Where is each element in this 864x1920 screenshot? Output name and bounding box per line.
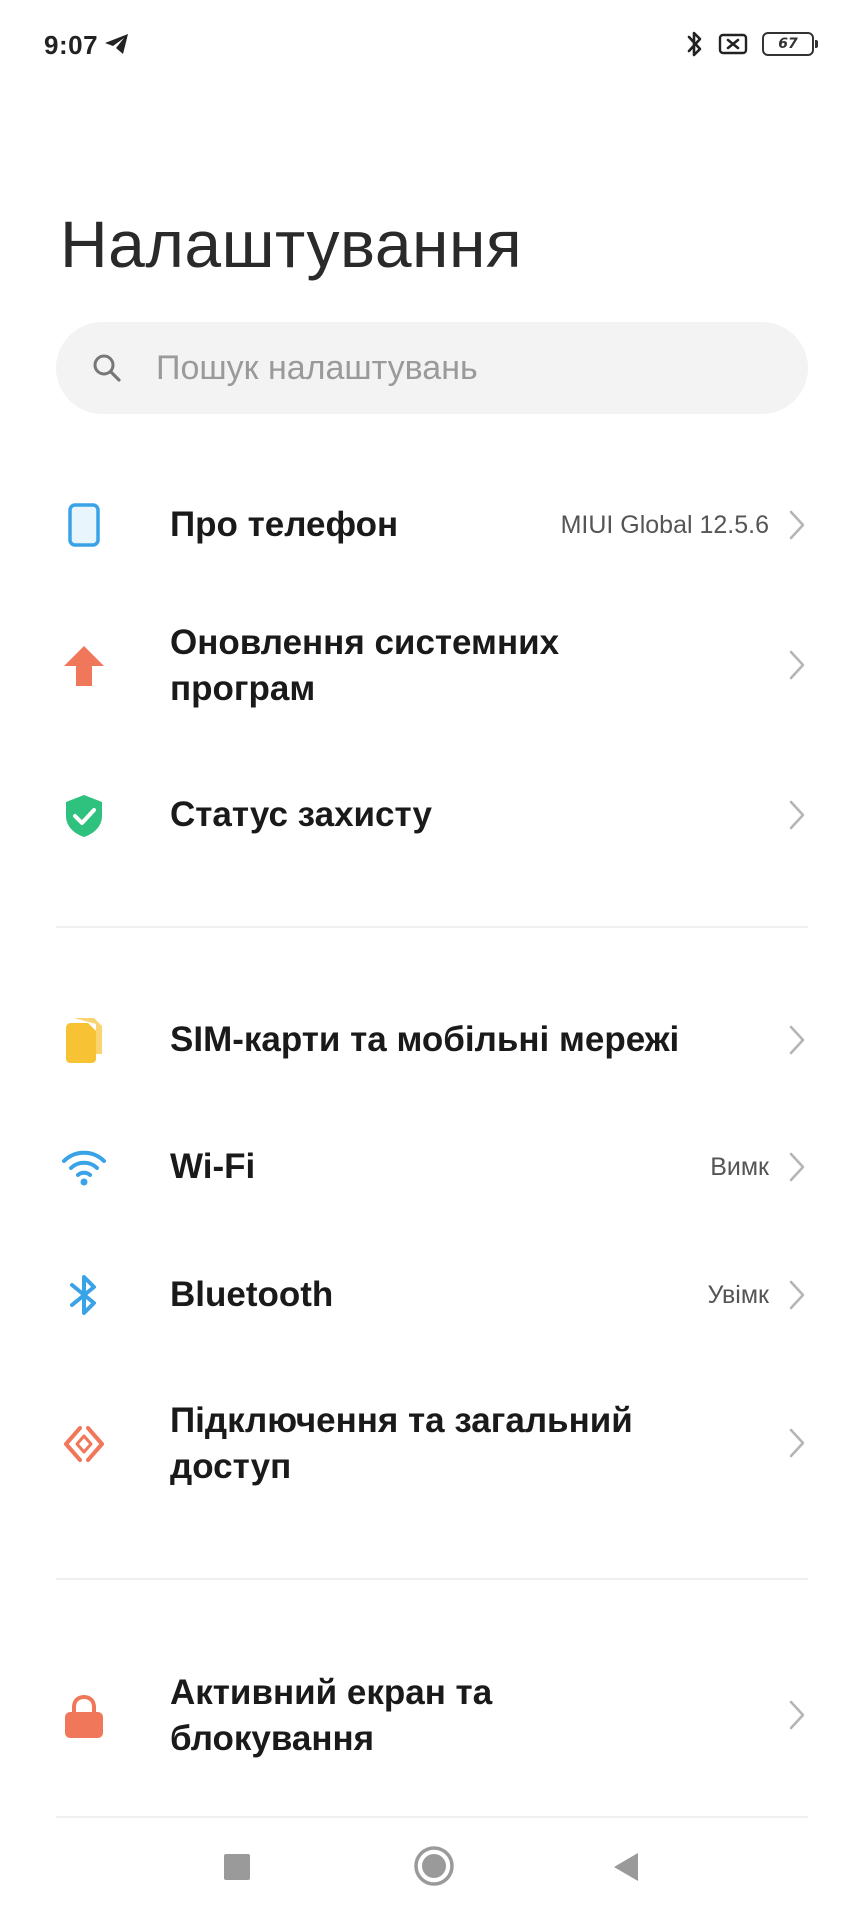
settings-item-lock-screen[interactable]: Активний екран та блокування: [0, 1650, 864, 1780]
chevron-right-icon: [786, 648, 808, 682]
settings-item-label: Активний екран та блокування: [170, 1673, 493, 1758]
sim-card-icon: [60, 1016, 108, 1064]
settings-item-sim-cards[interactable]: SIM-карти та мобільні мережі: [0, 985, 864, 1095]
settings-item-label: Статус захисту: [170, 795, 433, 834]
settings-item-about-phone[interactable]: Про телефон MIUI Global 12.5.6: [0, 470, 864, 580]
settings-item-bluetooth[interactable]: Bluetooth Увімк: [0, 1240, 864, 1350]
bluetooth-icon: [60, 1271, 108, 1319]
back-button[interactable]: [610, 1850, 640, 1889]
settings-item-value: Вимк: [710, 1153, 769, 1181]
share-icon: [60, 1420, 108, 1468]
search-placeholder: Пошук налаштувань: [156, 348, 478, 387]
status-time: 9:07: [44, 30, 99, 60]
search-icon: [90, 351, 124, 385]
status-bar: 9:07 67: [0, 0, 864, 90]
chevron-right-icon: [786, 1150, 808, 1184]
settings-item-wifi[interactable]: Wi-Fi Вимк: [0, 1112, 864, 1222]
phone-icon: [60, 501, 108, 549]
settings-item-value: MIUI Global 12.5.6: [560, 511, 769, 539]
settings-item-security-status[interactable]: Статус захисту: [0, 760, 864, 870]
chevron-right-icon: [786, 1278, 808, 1312]
settings-item-label: SIM-карти та мобільні мережі: [170, 1020, 680, 1059]
bluetooth-status-icon: [686, 29, 704, 59]
arrow-up-icon: [60, 642, 108, 690]
settings-item-connection-sharing[interactable]: Підключення та загальний доступ: [0, 1378, 864, 1508]
search-input[interactable]: Пошук налаштувань: [56, 322, 808, 414]
recents-button[interactable]: [222, 1852, 252, 1887]
shield-icon: [60, 792, 108, 840]
telegram-icon: [104, 32, 130, 56]
chevron-right-icon: [786, 798, 808, 832]
page-title: Налаштування: [60, 207, 523, 281]
chevron-right-icon: [786, 1023, 808, 1057]
settings-item-label: Wi-Fi: [170, 1147, 256, 1186]
settings-item-value: Увімк: [707, 1281, 769, 1309]
section-divider: [56, 1578, 808, 1580]
settings-item-system-updates[interactable]: Оновлення системних програм: [0, 600, 864, 730]
wifi-icon: [60, 1143, 108, 1191]
chevron-right-icon: [786, 508, 808, 542]
lock-icon: [60, 1692, 108, 1740]
settings-item-label: Оновлення системних програм: [170, 623, 560, 708]
settings-item-label: Bluetooth: [170, 1275, 334, 1314]
bottom-divider: [56, 1816, 808, 1818]
no-sim-icon: [718, 32, 748, 56]
settings-item-label: Підключення та загальний доступ: [170, 1401, 633, 1486]
chevron-right-icon: [786, 1698, 808, 1732]
home-button[interactable]: [412, 1844, 456, 1893]
chevron-right-icon: [786, 1426, 808, 1460]
battery-indicator: 67: [762, 32, 818, 56]
status-icons: 67: [686, 28, 818, 60]
navigation-bar: [0, 1830, 864, 1910]
section-divider: [56, 926, 808, 928]
